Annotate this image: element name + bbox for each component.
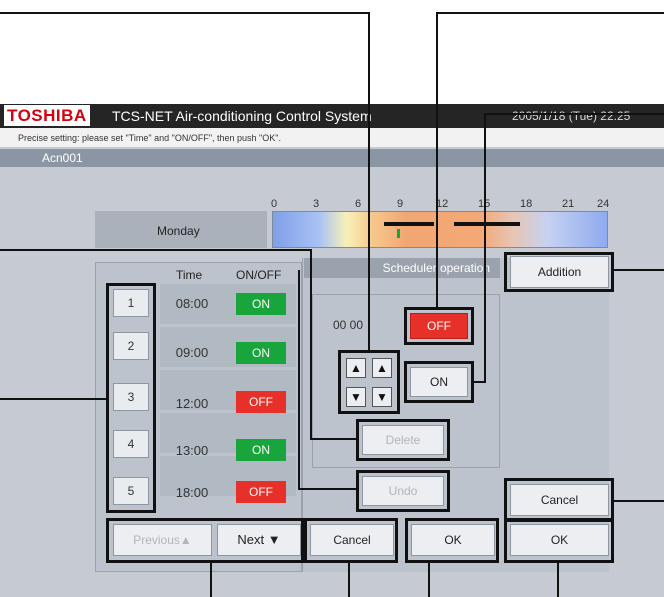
timeline-tick: 21 (562, 198, 575, 210)
day-label: Monday (95, 211, 267, 248)
row-status-on: ON (236, 342, 286, 364)
callout-line (310, 249, 312, 439)
callout-line (0, 398, 108, 400)
callout-line (436, 12, 438, 309)
date-time: 2005/1/18 (Tue) 22:25 (512, 109, 631, 123)
arrows-callout-box (338, 350, 400, 414)
row-status-on: ON (236, 293, 286, 315)
row-status-on: ON (236, 439, 286, 461)
current-time-marker (397, 229, 400, 238)
callout-line (0, 12, 370, 14)
callout-line (484, 113, 486, 383)
row-time: 13:00 (175, 443, 209, 458)
undo-callout-box (356, 470, 450, 512)
callout-line (310, 438, 358, 440)
off-callout-box (404, 307, 474, 345)
right-ok-callout-box (504, 518, 614, 563)
callout-line (298, 270, 300, 490)
day-timeline (272, 211, 608, 248)
right-cancel-callout-box (504, 478, 614, 522)
timeline-tick: 6 (355, 198, 362, 210)
row-status-off: OFF (236, 391, 286, 413)
callout-line (210, 562, 212, 597)
on-period-bar (454, 222, 520, 226)
timeline-tick: 0 (271, 198, 278, 210)
callout-line (557, 562, 559, 597)
title-bar: TOSHIBA TCS-NET Air-conditioning Control… (0, 104, 664, 128)
row-buttons-callout-box (106, 283, 156, 513)
timeline-tick: 24 (597, 198, 610, 210)
row-time: 12:00 (175, 396, 209, 411)
on-period-bar (384, 222, 434, 226)
addition-callout-box (504, 252, 614, 292)
timeline-tick: 3 (313, 198, 320, 210)
instruction-text: Precise setting: please set "Time" and "… (0, 128, 664, 148)
row-time: 18:00 (175, 485, 209, 500)
ok-callout-box (405, 518, 499, 563)
callout-line (474, 381, 486, 383)
callout-line (436, 12, 664, 14)
callout-line (484, 113, 664, 115)
time-value: 00 00 (333, 318, 364, 332)
unit-name: Acn001 (42, 151, 83, 165)
callout-line (0, 249, 312, 251)
row-time: 09:00 (175, 345, 209, 360)
callout-line (612, 269, 664, 271)
cancel-callout-box (304, 518, 398, 563)
row-time: 08:00 (175, 296, 209, 311)
page-buttons-callout-box (106, 518, 304, 563)
onoff-column-header: ON/OFF (236, 268, 282, 282)
toshiba-logo: TOSHIBA (4, 105, 90, 126)
time-column-header: Time (176, 268, 203, 282)
row-status-off: OFF (236, 481, 286, 503)
app-title: TCS-NET Air-conditioning Control System (112, 108, 372, 124)
callout-line (612, 500, 664, 502)
callout-line (348, 562, 350, 597)
scheduler-operation-header: Scheduler operation (304, 258, 500, 278)
delete-callout-box (356, 419, 450, 461)
callout-line (428, 562, 430, 597)
timeline-tick: 9 (397, 198, 404, 210)
unit-bar: Acn001 (0, 149, 664, 167)
callout-line (298, 488, 358, 490)
timeline-tick: 18 (520, 198, 533, 210)
on-callout-box (404, 361, 474, 403)
callout-line (368, 12, 370, 352)
